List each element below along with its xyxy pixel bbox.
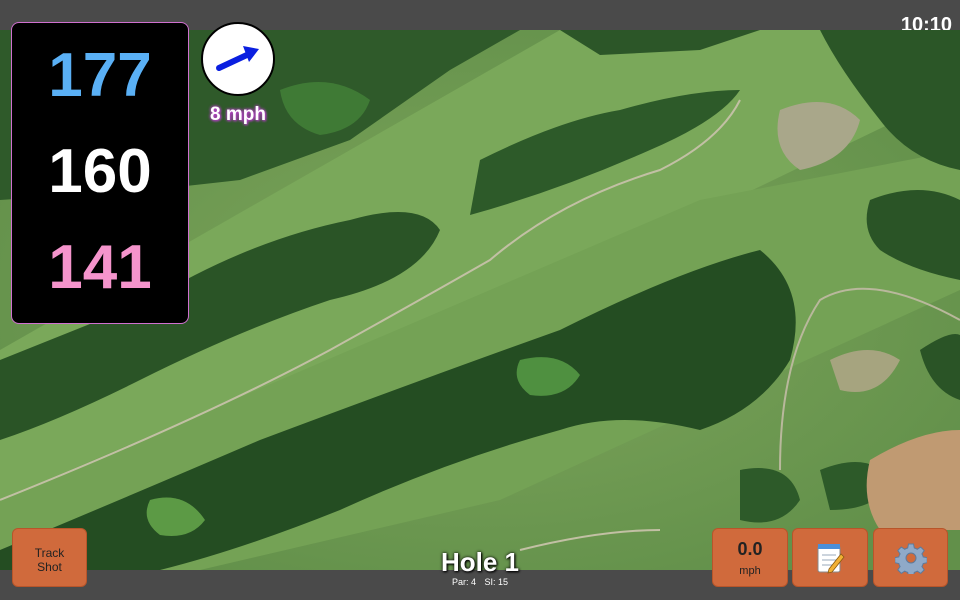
gear-icon [894, 543, 927, 574]
wind-direction-dial [201, 22, 275, 96]
notepad-icon [817, 543, 845, 574]
hole-title: Hole 1 [440, 547, 520, 577]
speed-unit: mph [739, 565, 761, 577]
wind-speed-label: 8 mph [210, 104, 266, 125]
back-distance: 177 [48, 41, 152, 110]
track-shot-label-line1: Track [34, 546, 65, 560]
speed-value: 0.0 [737, 539, 763, 559]
front-distance: 141 [48, 233, 152, 302]
wind-arrow-icon [216, 46, 259, 71]
hole-info: Par: 4 SI: 15 [380, 577, 580, 587]
track-shot-label-line2: Shot [37, 560, 62, 574]
settings-button[interactable] [873, 528, 948, 587]
hole-stroke-index: SI: 15 [484, 577, 509, 587]
hole-par: Par: 4 [451, 577, 476, 587]
track-shot-button[interactable]: Track Shot [12, 528, 87, 587]
notes-button[interactable] [792, 528, 868, 587]
speed-button[interactable]: 0.0 mph [712, 528, 788, 587]
distance-panel: 177 160 141 [11, 22, 189, 324]
center-distance: 160 [48, 137, 152, 206]
